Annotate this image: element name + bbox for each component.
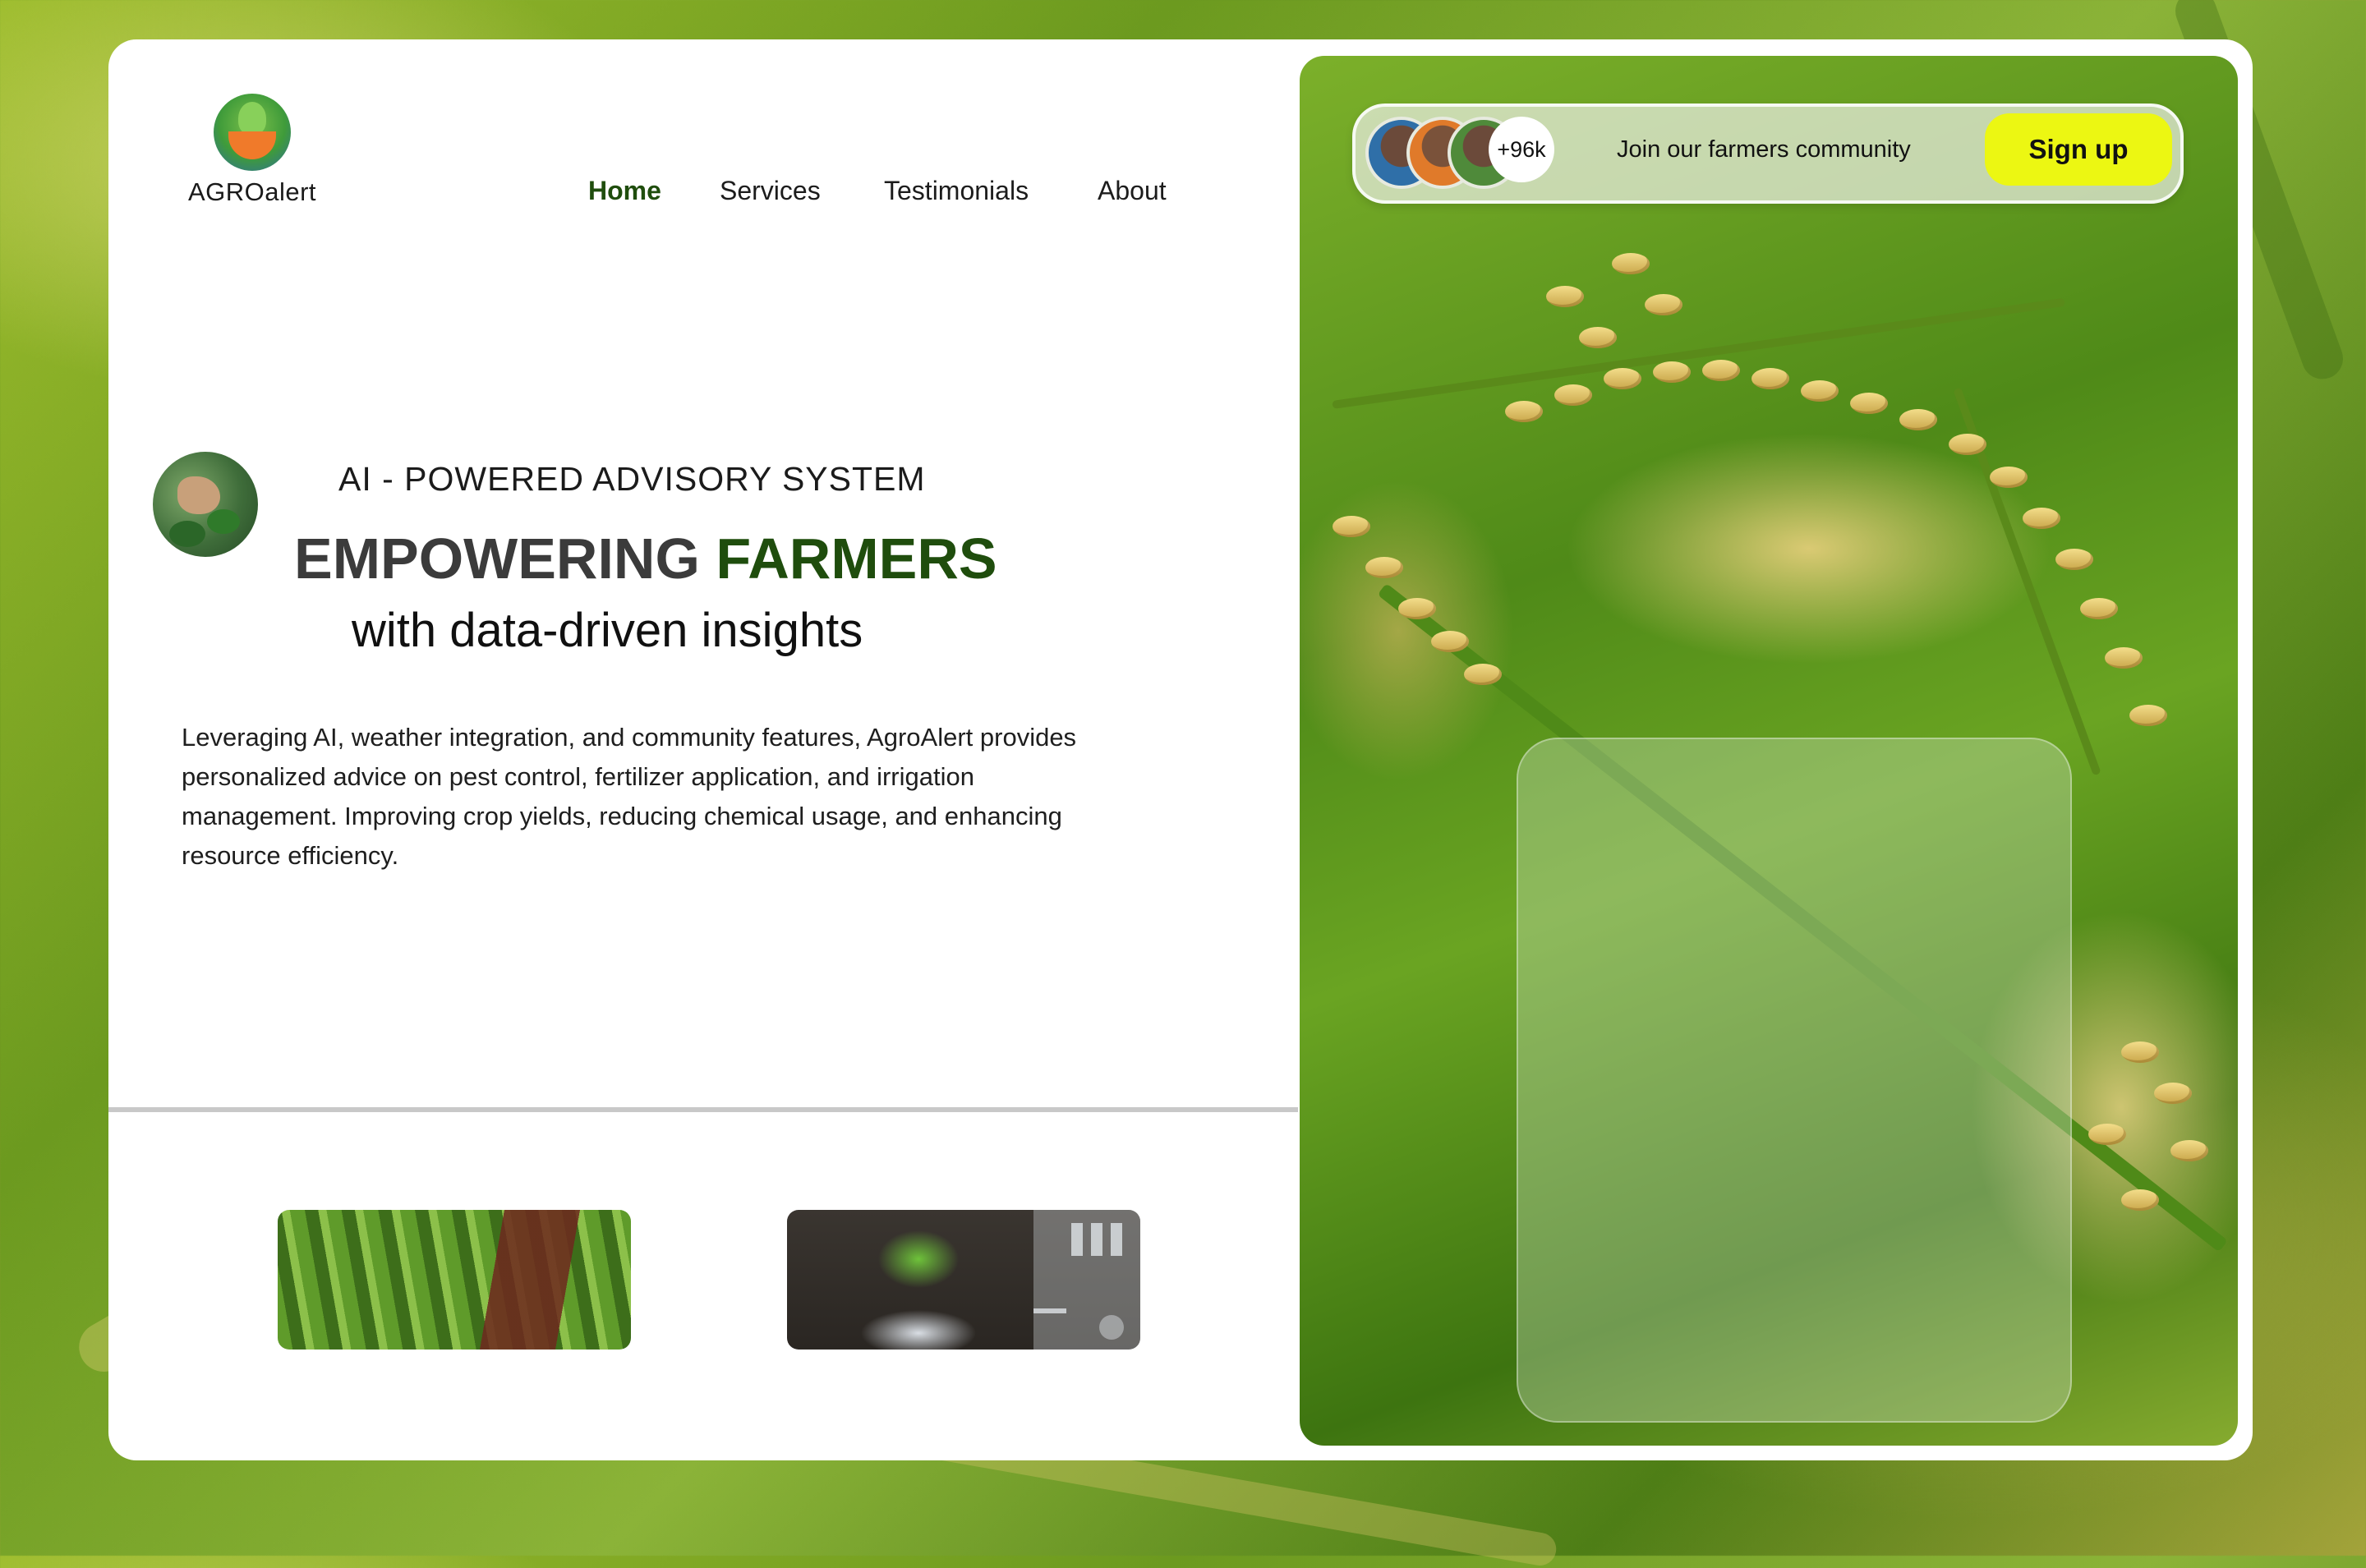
signup-button[interactable]: Sign up (1985, 113, 2172, 186)
corn-field-photo[interactable] (278, 1210, 631, 1350)
rice-field-photo (1300, 56, 2238, 1446)
nav-about[interactable]: About (1098, 176, 1167, 206)
glass-overlay-panel (1517, 738, 2072, 1423)
agroalert-logo-icon (214, 94, 291, 171)
hero-headline: EMPOWERING FARMERS (294, 526, 997, 591)
section-divider (108, 1107, 1298, 1112)
nav-testimonials[interactable]: Testimonials (884, 176, 1029, 206)
brand-name: AGROalert (187, 177, 317, 206)
hero-description: Leveraging AI, weather integration, and … (182, 723, 1077, 870)
brand-logo[interactable]: AGROalert (182, 94, 322, 207)
community-bar: +96k Join our farmers community Sign up (1352, 103, 2184, 204)
join-community-text: Join our farmers community (1617, 136, 1911, 163)
hero-eyebrow: AI - POWERED ADVISORY SYSTEM (338, 460, 926, 498)
headline-highlight: FARMERS (716, 526, 997, 591)
nav-home[interactable]: Home (588, 176, 661, 206)
hero-subheadline: with data-driven insights (352, 604, 863, 657)
member-count-badge: +96k (1489, 117, 1554, 182)
seedling-analytics-photo[interactable] (787, 1210, 1140, 1350)
main-card: AGROalert Home Services Testimonials Abo… (108, 39, 2253, 1460)
headline-part1: EMPOWERING (294, 526, 716, 591)
farmer-hand-photo (153, 452, 258, 557)
nav-services[interactable]: Services (720, 176, 821, 206)
